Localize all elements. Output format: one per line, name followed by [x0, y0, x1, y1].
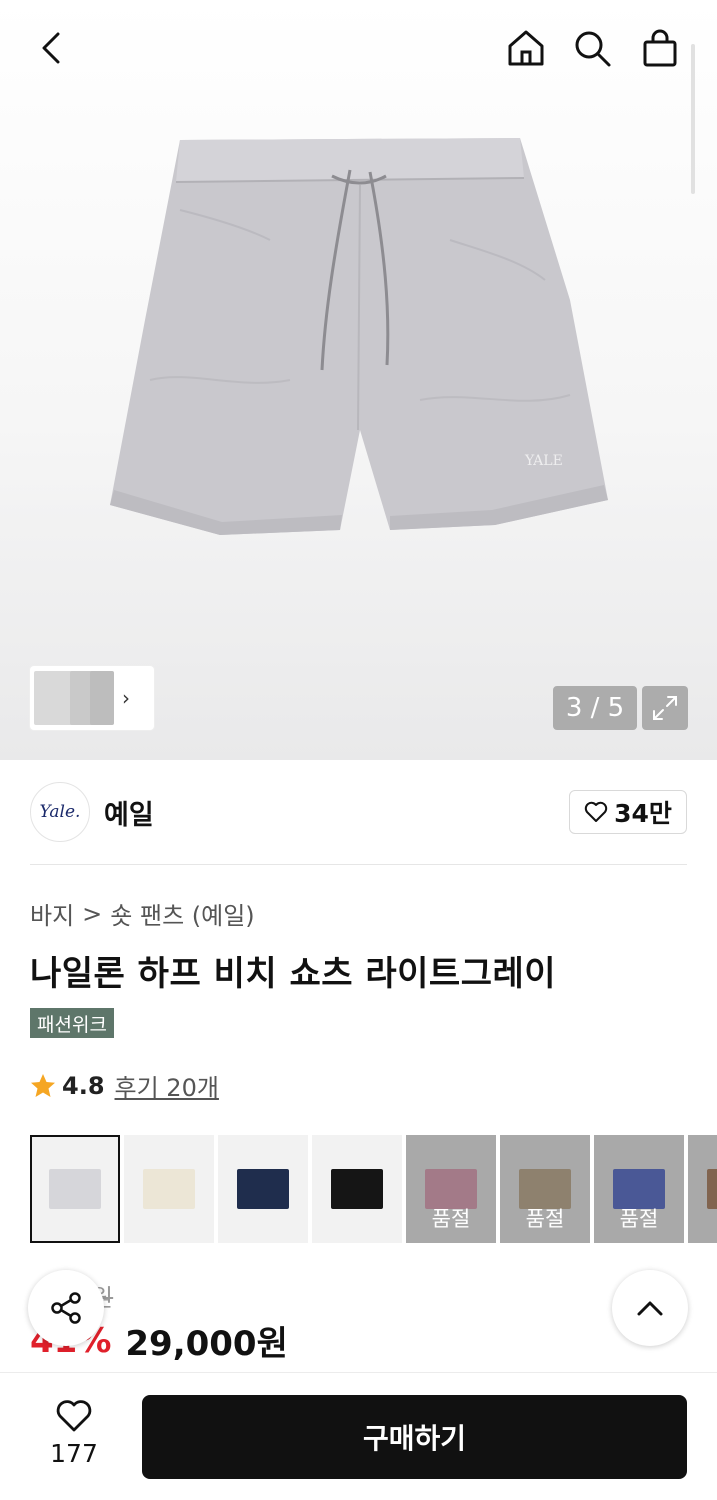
shopping-bag-icon[interactable]	[638, 26, 682, 70]
product-title: 나일론 하프 비치 쇼츠 라이트그레이	[30, 954, 557, 994]
event-tag: 패션위크	[30, 1008, 114, 1038]
scroll-indicator[interactable]	[691, 44, 695, 194]
yale-print: YALE	[524, 453, 563, 469]
breadcrumb: 바지 > 숏 팬츠 (예일)	[30, 896, 255, 931]
brand-like-button[interactable]: 34만	[569, 790, 687, 834]
color-swatch[interactable]	[312, 1135, 402, 1243]
shorts-product-image: YALE	[110, 138, 608, 535]
color-swatch[interactable]: 품절	[500, 1135, 590, 1243]
wishlist-button[interactable]: 177	[34, 1399, 114, 1468]
breadcrumb-subcategory[interactable]: 숏 팬츠 (예일)	[110, 896, 254, 931]
brand-like-count: 34만	[614, 799, 672, 828]
image-thumbnail-strip[interactable]: ›	[30, 666, 154, 730]
heart-icon	[56, 1400, 92, 1432]
reviews-link[interactable]: 후기 20개	[115, 1068, 219, 1103]
color-swatch[interactable]: 품절	[594, 1135, 684, 1243]
brand-logo[interactable]: Yale.	[30, 782, 90, 842]
swatch-image	[49, 1169, 101, 1209]
breadcrumb-category[interactable]: 바지	[30, 896, 74, 931]
rating-score: 4.8	[62, 1071, 105, 1100]
star-icon	[31, 1073, 55, 1097]
brand-row[interactable]: Yale. 예일 34만	[30, 782, 687, 842]
thumbnail	[90, 671, 114, 725]
home-icon[interactable]	[504, 26, 548, 70]
swatch-image	[331, 1169, 383, 1209]
share-button[interactable]	[28, 1270, 104, 1346]
buy-button[interactable]: 구매하기	[142, 1395, 687, 1479]
rating-row: 4.8 후기 20개	[30, 1068, 219, 1103]
soldout-label: 품절	[500, 1135, 590, 1243]
chevron-right-icon: ›	[122, 686, 130, 710]
color-swatch-list: 품절 품절 품절 품	[30, 1135, 717, 1245]
color-swatch[interactable]	[124, 1135, 214, 1243]
share-icon	[51, 1292, 81, 1324]
image-counter: 3 / 5	[553, 686, 637, 730]
soldout-label: 품절	[406, 1135, 496, 1243]
wishlist-count: 177	[50, 1439, 98, 1468]
bottom-action-bar: 177 구매하기	[0, 1372, 717, 1500]
color-swatch[interactable]: 품절	[406, 1135, 496, 1243]
divider	[30, 864, 687, 865]
color-swatch[interactable]	[30, 1135, 120, 1243]
back-icon[interactable]	[30, 26, 74, 70]
search-icon[interactable]	[570, 26, 614, 70]
color-swatch[interactable]: 품	[688, 1135, 717, 1243]
expand-icon[interactable]	[642, 686, 688, 730]
heart-icon	[584, 801, 608, 822]
soldout-label: 품	[688, 1135, 717, 1243]
scroll-top-button[interactable]	[612, 1270, 688, 1346]
chevron-up-icon	[637, 1301, 663, 1316]
swatch-image	[237, 1169, 289, 1209]
soldout-label: 품절	[594, 1135, 684, 1243]
swatch-image	[143, 1169, 195, 1209]
brand-name[interactable]: 예일	[104, 793, 154, 832]
final-price: 29,000원	[125, 1324, 288, 1364]
color-swatch[interactable]	[218, 1135, 308, 1243]
breadcrumb-separator: >	[82, 899, 103, 928]
product-image-area[interactable]: YALE › 3 / 5	[0, 0, 717, 760]
